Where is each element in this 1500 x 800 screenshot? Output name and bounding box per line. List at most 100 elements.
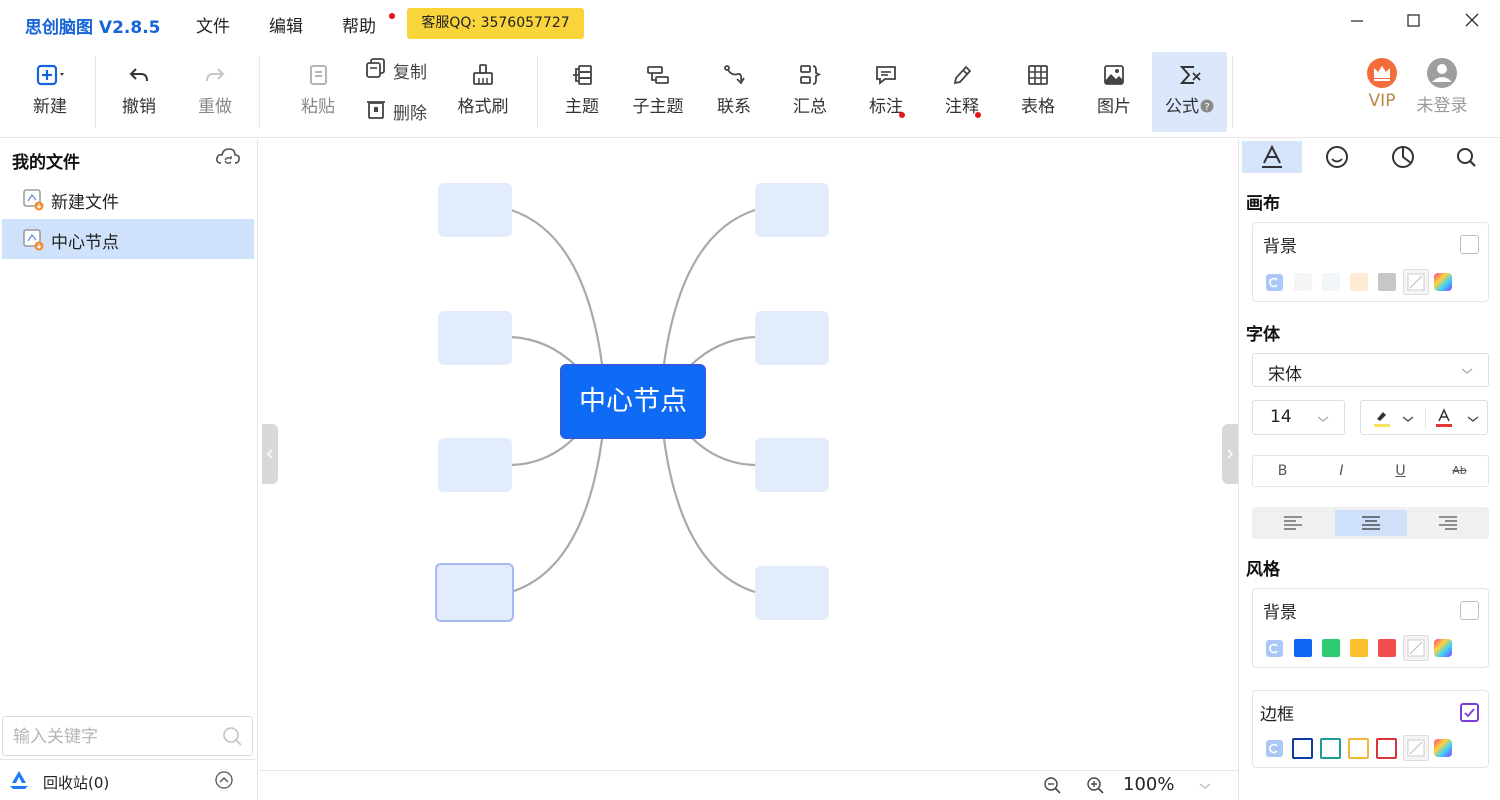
canvas-background-checkbox[interactable]	[1460, 235, 1479, 254]
subtopic-node[interactable]	[438, 311, 512, 365]
relation-button[interactable]: 联系	[708, 52, 760, 132]
border-color-swatch[interactable]	[1376, 738, 1397, 759]
menu-file[interactable]: 文件	[196, 12, 230, 37]
paste-button[interactable]: 粘贴	[290, 52, 346, 132]
subtopic-node[interactable]	[438, 183, 512, 237]
collapse-right-panel-button[interactable]	[1222, 424, 1238, 484]
color-picker-icon[interactable]	[1434, 273, 1452, 291]
section-style-title: 风格	[1246, 560, 1280, 580]
color-picker-icon[interactable]	[1434, 639, 1452, 657]
chevron-down-icon[interactable]	[1197, 778, 1213, 794]
minimize-button[interactable]	[1342, 8, 1372, 34]
avatar-icon	[1427, 58, 1457, 88]
table-button[interactable]: 表格	[1012, 52, 1064, 132]
subtopic-node-selected[interactable]	[435, 563, 514, 622]
color-swatch[interactable]	[1322, 273, 1340, 291]
mindmap-canvas[interactable]: 中心节点	[259, 139, 1238, 770]
chevron-up-icon[interactable]	[214, 770, 234, 790]
vip-button[interactable]: VIP	[1360, 52, 1404, 132]
menu-help[interactable]: 帮助	[342, 12, 376, 37]
no-color-swatch[interactable]	[1403, 735, 1429, 761]
reset-color-icon[interactable]	[1266, 640, 1283, 657]
align-center-button[interactable]	[1335, 510, 1407, 536]
delete-button[interactable]: 删除	[365, 97, 445, 125]
underline-button[interactable]: U	[1371, 456, 1430, 486]
highlight-icon[interactable]	[1371, 407, 1393, 429]
reset-color-icon[interactable]	[1266, 740, 1283, 757]
tab-theme[interactable]	[1373, 141, 1433, 173]
file-item[interactable]: 中心节点	[2, 219, 254, 259]
mindmap-file-icon	[23, 189, 44, 211]
no-color-swatch[interactable]	[1403, 269, 1429, 295]
color-swatch[interactable]	[1350, 639, 1368, 657]
login-button[interactable]: 未登录	[1410, 52, 1474, 132]
note-button[interactable]: 注释	[936, 52, 988, 132]
topic-button[interactable]: 主题	[556, 52, 608, 132]
close-icon	[1465, 13, 1479, 27]
canvas-background-card: 背景	[1252, 222, 1489, 302]
color-picker-icon[interactable]	[1434, 739, 1452, 757]
italic-button[interactable]: I	[1312, 456, 1371, 486]
font-family-select[interactable]: 宋体	[1252, 353, 1489, 387]
color-swatch[interactable]	[1378, 639, 1396, 657]
strikethrough-button[interactable]: Ab	[1430, 456, 1489, 486]
border-color-swatch[interactable]	[1320, 738, 1341, 759]
color-swatch[interactable]	[1322, 639, 1340, 657]
undo-button[interactable]: 撤销	[110, 52, 168, 132]
color-swatch[interactable]	[1294, 639, 1312, 657]
file-search-input[interactable]	[13, 725, 213, 749]
support-qq-badge[interactable]: 客服QQ: 3576057727	[407, 8, 584, 39]
align-left-button[interactable]	[1257, 510, 1329, 536]
section-canvas-title: 画布	[1246, 194, 1280, 214]
summary-button[interactable]: 汇总	[784, 52, 836, 132]
style-background-checkbox[interactable]	[1460, 601, 1479, 620]
font-color-icon[interactable]	[1433, 407, 1455, 429]
subtopic-node[interactable]	[438, 438, 512, 492]
emoji-icon	[1326, 146, 1348, 168]
subtopic-node[interactable]	[755, 566, 829, 620]
menu-edit[interactable]: 编辑	[269, 12, 303, 37]
connector-lines	[510, 208, 756, 594]
add-icon	[36, 64, 64, 86]
subtopic-node[interactable]	[755, 183, 829, 237]
recycle-bin-row[interactable]: 回收站(0)	[0, 759, 258, 800]
formula-button[interactable]: 公式?	[1152, 52, 1227, 132]
relation-icon	[724, 65, 745, 85]
paste-label: 粘贴	[301, 97, 335, 117]
redo-button[interactable]: 重做	[186, 52, 244, 132]
mark-button[interactable]: 标注	[860, 52, 912, 132]
zoom-level[interactable]: 100%	[1123, 774, 1174, 795]
collapse-left-panel-button[interactable]	[262, 424, 278, 484]
file-item[interactable]: 新建文件	[2, 179, 254, 219]
image-button[interactable]: 图片	[1088, 52, 1140, 132]
search-icon[interactable]	[222, 726, 244, 748]
zoom-out-icon[interactable]	[1043, 776, 1063, 796]
zoom-in-icon[interactable]	[1086, 776, 1106, 796]
chevron-down-icon[interactable]	[1402, 413, 1414, 425]
subtopic-node[interactable]	[755, 311, 829, 365]
color-swatch[interactable]	[1350, 273, 1368, 291]
tab-style[interactable]	[1242, 141, 1302, 173]
color-swatch[interactable]	[1294, 273, 1312, 291]
format-brush-button[interactable]: 格式刷	[452, 52, 514, 132]
center-node[interactable]: 中心节点	[560, 364, 706, 439]
border-checkbox[interactable]	[1460, 703, 1479, 722]
tab-emoji[interactable]	[1307, 141, 1367, 173]
no-color-swatch[interactable]	[1403, 635, 1429, 661]
font-size-select[interactable]: 14	[1252, 400, 1345, 435]
close-button[interactable]	[1457, 8, 1487, 34]
tab-search[interactable]	[1437, 141, 1497, 173]
cloud-sync-icon[interactable]	[215, 146, 241, 168]
color-swatch[interactable]	[1378, 273, 1396, 291]
new-button[interactable]: 新建	[20, 52, 80, 132]
subtopic-node[interactable]	[755, 438, 829, 492]
align-right-button[interactable]	[1412, 510, 1484, 536]
bold-button[interactable]: B	[1253, 456, 1312, 486]
chevron-down-icon[interactable]	[1467, 413, 1479, 425]
reset-color-icon[interactable]	[1266, 274, 1283, 291]
border-color-swatch[interactable]	[1292, 738, 1313, 759]
copy-button[interactable]: 复制	[365, 56, 445, 84]
subtopic-button[interactable]: 子主题	[628, 52, 688, 132]
maximize-button[interactable]	[1398, 8, 1428, 34]
border-color-swatch[interactable]	[1348, 738, 1369, 759]
